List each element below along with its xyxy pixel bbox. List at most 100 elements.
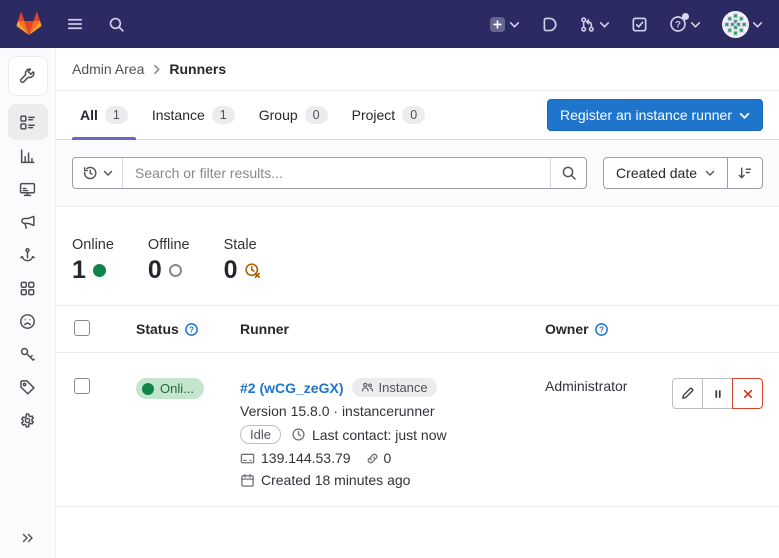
tab-instance-count: 1 <box>212 106 235 124</box>
online-count: 1 <box>72 258 86 283</box>
chevron-down-icon <box>752 20 763 29</box>
tab-all[interactable]: All 1 <box>72 91 136 139</box>
user-menu-button[interactable] <box>722 11 763 38</box>
host-icon <box>240 451 255 466</box>
pencil-icon <box>680 386 695 401</box>
stale-clock-icon <box>244 262 261 279</box>
offline-status-icon <box>169 264 182 277</box>
breadcrumb: Admin Area Runners <box>56 48 779 91</box>
sort-direction-descending-icon[interactable] <box>728 157 763 189</box>
online-status-icon <box>93 264 106 277</box>
status-help-icon[interactable]: ? <box>184 322 199 337</box>
question-circle-icon: ? <box>669 15 687 33</box>
issues-icon[interactable] <box>541 16 558 33</box>
main-content: Admin Area Runners All 1 Instance 1 Grou… <box>56 48 779 558</box>
megaphone-icon <box>19 214 36 231</box>
runner-actions <box>663 378 763 409</box>
sidebar-item-messages[interactable] <box>8 206 48 239</box>
runner-idle-badge: Idle <box>240 425 281 444</box>
sort-by-dropdown[interactable]: Created date <box>603 157 728 189</box>
tab-all-count: 1 <box>105 106 128 124</box>
plus-square-icon <box>489 16 506 33</box>
row-select-checkbox[interactable] <box>74 378 90 394</box>
search-submit-button[interactable] <box>550 158 586 188</box>
svg-text:?: ? <box>189 325 194 334</box>
search-icon[interactable] <box>108 16 125 33</box>
sidebar-item-labels[interactable] <box>8 371 48 404</box>
runner-name-link[interactable]: #2 (wCG_zeGX) <box>240 380 343 396</box>
clock-icon <box>291 427 306 442</box>
online-dot-icon <box>142 383 154 395</box>
runner-type-tabs: All 1 Instance 1 Group 0 Project 0 Regis… <box>56 91 779 140</box>
hook-icon <box>19 247 36 264</box>
chevron-right-icon <box>152 64 161 75</box>
sidebar-item-admin-area[interactable] <box>8 56 48 96</box>
runner-status-stats: Online 1 Offline 0 Stale 0 <box>56 207 779 283</box>
close-x-icon <box>741 387 755 401</box>
filter-bar: Created date <box>56 140 779 207</box>
sidebar-item-analytics[interactable] <box>8 140 48 173</box>
breadcrumb-admin-area[interactable]: Admin Area <box>72 61 144 77</box>
todos-icon[interactable] <box>631 16 648 33</box>
frown-face-icon <box>19 313 36 330</box>
label-tag-icon <box>19 379 36 396</box>
help-menu-button[interactable]: ? <box>669 15 701 33</box>
sidebar-item-deploy-keys[interactable] <box>8 338 48 371</box>
runner-row: Onli... #2 (wCG_zeGX) Instance Version 1 <box>56 353 779 507</box>
admin-sidebar <box>0 48 56 558</box>
sidebar-item-abuse-reports[interactable] <box>8 305 48 338</box>
pause-icon <box>711 387 725 401</box>
tab-instance[interactable]: Instance 1 <box>144 91 243 139</box>
select-all-checkbox[interactable] <box>74 320 90 336</box>
tab-project[interactable]: Project 0 <box>344 91 434 139</box>
applications-grid-icon <box>19 280 36 297</box>
runner-status-badge: Onli... <box>136 378 204 399</box>
table-header: Status ? Runner Owner ? <box>56 305 779 353</box>
tab-group-count: 0 <box>305 106 328 124</box>
merge-requests-button[interactable] <box>579 16 610 33</box>
tab-group[interactable]: Group 0 <box>251 91 336 139</box>
top-navbar: ? <box>0 0 779 48</box>
merge-request-icon <box>579 16 596 33</box>
runner-ip-address: 139.144.53.79 <box>261 450 351 466</box>
tab-project-count: 0 <box>402 106 425 124</box>
bar-chart-icon <box>19 148 36 165</box>
pause-runner-button[interactable] <box>702 378 733 409</box>
gitlab-logo-icon[interactable] <box>16 12 42 37</box>
gear-icon <box>19 412 36 429</box>
calendar-icon <box>240 473 255 488</box>
sidebar-item-system-hooks[interactable] <box>8 239 48 272</box>
chevron-down-icon <box>690 20 701 29</box>
runner-type-badge: Instance <box>352 378 436 397</box>
sidebar-item-applications[interactable] <box>8 272 48 305</box>
link-icon <box>365 451 380 466</box>
new-item-menu-button[interactable] <box>489 16 520 33</box>
register-instance-runner-button[interactable]: Register an instance runner <box>547 99 763 131</box>
runner-jobs-count[interactable]: 0 <box>384 450 392 466</box>
hamburger-menu-icon[interactable] <box>66 15 84 33</box>
svg-text:?: ? <box>675 19 681 30</box>
monitor-icon <box>19 181 36 198</box>
chevron-down-icon <box>739 111 750 120</box>
svg-text:?: ? <box>599 325 604 334</box>
runner-created-ago: Created 18 minutes ago <box>261 472 410 488</box>
sidebar-item-monitoring[interactable] <box>8 173 48 206</box>
chevron-down-icon <box>103 169 113 177</box>
runner-owner-link[interactable]: Administrator <box>545 378 627 394</box>
filtered-search <box>72 157 587 189</box>
search-input[interactable] <box>123 158 550 188</box>
chevron-down-icon <box>599 20 610 29</box>
runner-last-contact: Last contact: just now <box>312 427 447 443</box>
overview-icon <box>19 114 36 131</box>
history-clock-icon <box>82 165 98 181</box>
delete-runner-button[interactable] <box>732 378 763 409</box>
runners-table: Status ? Runner Owner ? <box>56 305 779 507</box>
stat-online: Online 1 <box>72 237 114 283</box>
sidebar-item-settings[interactable] <box>8 404 48 437</box>
owner-help-icon[interactable]: ? <box>594 322 609 337</box>
sidebar-item-overview[interactable] <box>8 104 48 140</box>
edit-runner-button[interactable] <box>672 378 703 409</box>
expand-sidebar-button[interactable] <box>0 530 56 546</box>
search-history-dropdown[interactable] <box>73 158 123 188</box>
wrench-icon <box>19 68 36 85</box>
